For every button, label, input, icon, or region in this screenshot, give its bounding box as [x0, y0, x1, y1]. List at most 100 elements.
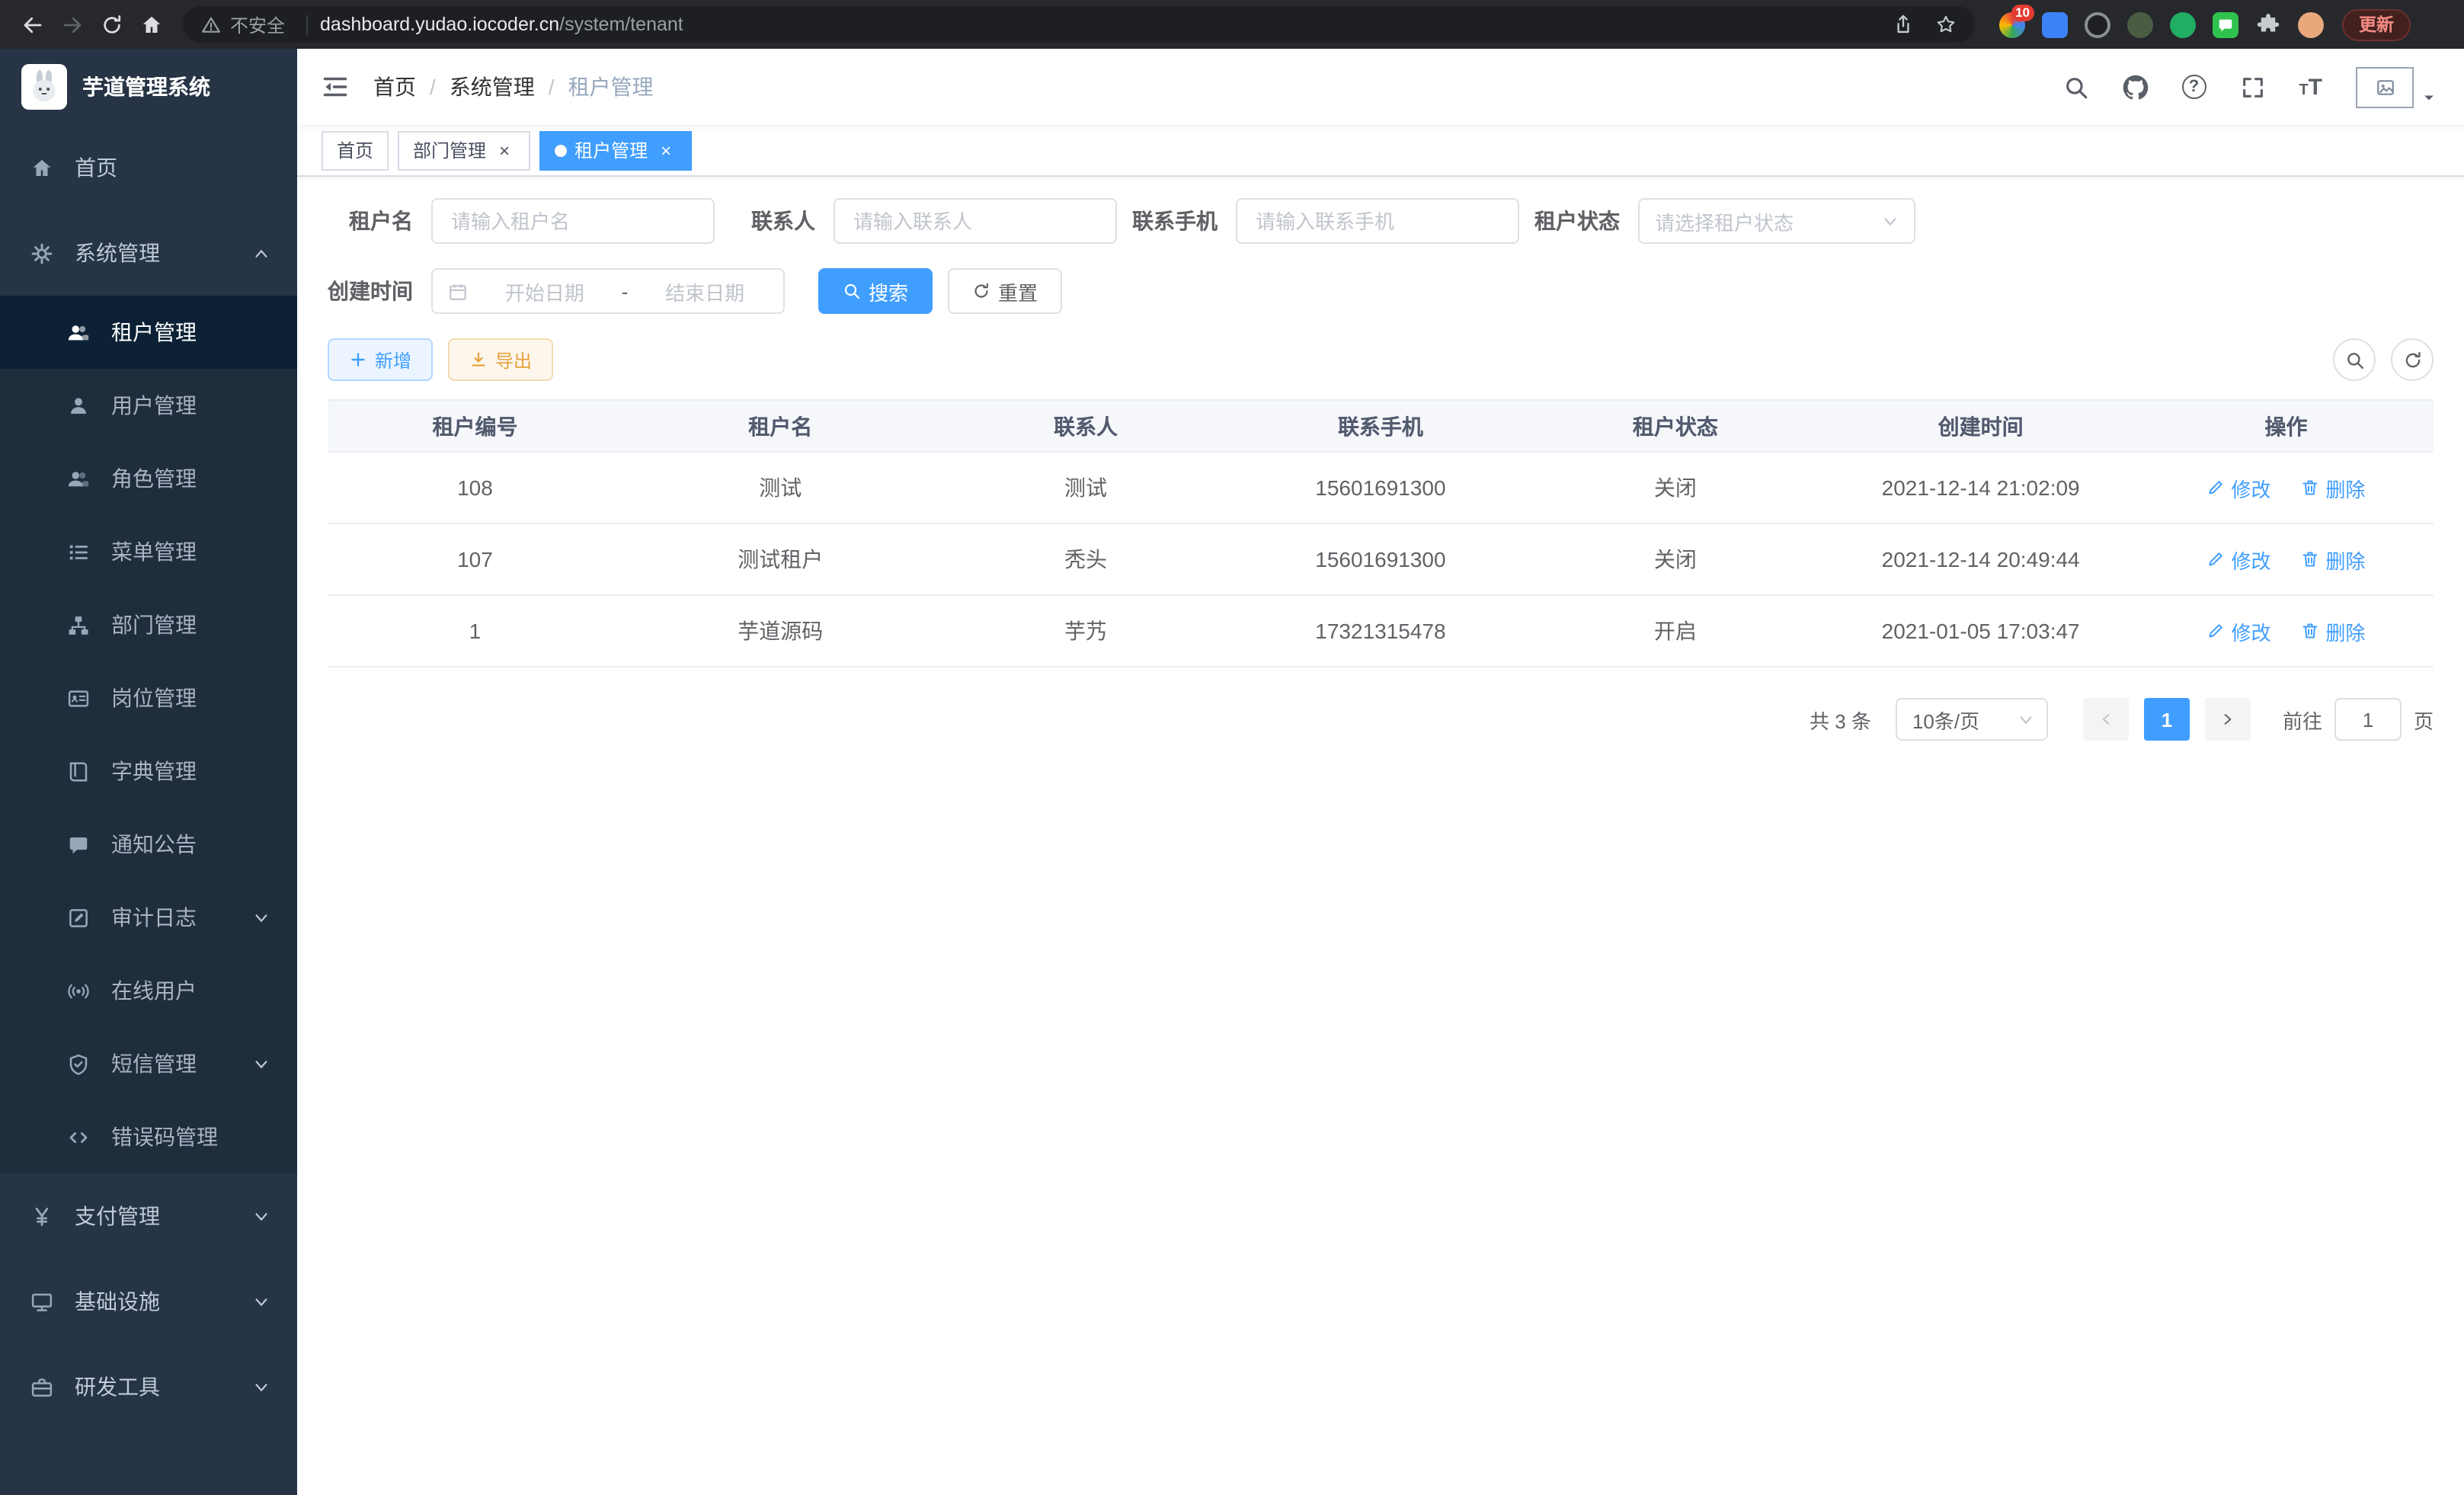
edit-link[interactable]: 修改	[2207, 545, 2271, 574]
sidebar-toggle-button[interactable]	[297, 49, 373, 125]
table-toolbar: 新增 导出	[328, 338, 2434, 381]
chevron-up-icon	[253, 245, 270, 261]
sidebar-item-online-users[interactable]: 在线用户	[0, 954, 297, 1027]
bookmark-star-icon[interactable]	[1935, 14, 1957, 35]
sidebar-item-home[interactable]: 首页	[0, 125, 297, 210]
yen-icon	[30, 1205, 53, 1228]
main-area: 首页 / 系统管理 / 租户管理	[297, 49, 2464, 1495]
next-page-button[interactable]	[2205, 698, 2251, 741]
phone-input[interactable]	[1236, 198, 1519, 244]
sidebar-item-error-code[interactable]: 错误码管理	[0, 1100, 297, 1173]
extensions-puzzle-icon[interactable]	[2255, 11, 2281, 37]
chevron-down-icon	[253, 909, 270, 926]
browser-menu-icon[interactable]	[2423, 13, 2446, 36]
extension-blue-icon[interactable]	[2042, 11, 2068, 37]
profile-avatar-icon[interactable]	[2298, 11, 2324, 37]
edit-link[interactable]: 修改	[2207, 473, 2271, 502]
prev-page-button[interactable]	[2083, 698, 2129, 741]
help-icon[interactable]	[2181, 75, 2206, 99]
reset-button[interactable]: 重置	[948, 268, 1062, 314]
security-label[interactable]: 不安全	[230, 11, 285, 37]
tenant-name-input[interactable]	[431, 198, 715, 244]
search-button[interactable]: 搜索	[818, 268, 933, 314]
tab-home[interactable]: 首页	[322, 130, 389, 170]
cell-tenant-name: 测试	[622, 452, 939, 523]
export-button[interactable]: 导出	[448, 338, 553, 381]
table-tools	[2333, 338, 2434, 381]
contact-input[interactable]	[834, 198, 1117, 244]
omnibox-divider	[306, 14, 308, 34]
cell-phone: 17321315478	[1233, 595, 1528, 667]
extension-olive-icon[interactable]	[2127, 11, 2153, 37]
sidebar-item-role[interactable]: 角色管理	[0, 442, 297, 515]
breadcrumb-separator: /	[430, 75, 436, 99]
browser-back-button[interactable]	[12, 5, 52, 44]
sidebar-item-payment[interactable]: 支付管理	[0, 1173, 297, 1259]
url-text[interactable]: dashboard.yudao.iocoder.cn/system/tenant	[320, 14, 683, 35]
address-bar[interactable]: 不安全 dashboard.yudao.iocoder.cn/system/te…	[183, 6, 1975, 43]
close-tab-icon[interactable]	[494, 139, 515, 161]
extension-green-circle-icon[interactable]	[2170, 11, 2196, 37]
sidebar-item-user[interactable]: 用户管理	[0, 369, 297, 442]
goto-page-input[interactable]	[2334, 698, 2402, 741]
browser-toolbar: 不安全 dashboard.yudao.iocoder.cn/system/te…	[0, 0, 2464, 49]
refresh-table-button[interactable]	[2391, 338, 2434, 381]
extension-green-chat-icon[interactable]	[2213, 11, 2238, 37]
sidebar-item-tenant[interactable]: 租户管理	[0, 296, 297, 369]
cell-phone: 15601691300	[1233, 523, 1528, 595]
sidebar-item-notice[interactable]: 通知公告	[0, 808, 297, 881]
font-size-icon[interactable]	[2299, 74, 2322, 100]
fullscreen-icon[interactable]	[2239, 74, 2265, 100]
delete-link[interactable]: 删除	[2301, 473, 2365, 502]
share-icon[interactable]	[1893, 14, 1914, 35]
page-number-1[interactable]: 1	[2144, 698, 2190, 741]
close-tab-icon[interactable]	[655, 139, 677, 161]
user-avatar-menu[interactable]	[2356, 66, 2437, 107]
filter-status: 租户状态 请选择租户状态	[1534, 198, 1915, 244]
breadcrumb-system[interactable]: 系统管理	[450, 72, 535, 102]
breadcrumb-home[interactable]: 首页	[373, 72, 416, 102]
delete-link[interactable]: 删除	[2301, 616, 2365, 645]
status-select[interactable]: 请选择租户状态	[1638, 198, 1915, 244]
add-button[interactable]: 新增	[328, 338, 433, 381]
sidebar-item-audit-log[interactable]: 审计日志	[0, 881, 297, 954]
extension-dark-ring-icon[interactable]	[2085, 11, 2110, 37]
tab-dept-management[interactable]: 部门管理	[398, 130, 530, 170]
filter-create-time: 创建时间 开始日期 - 结束日期	[328, 268, 785, 314]
toggle-search-button[interactable]	[2333, 338, 2376, 381]
sidebar-item-menu[interactable]: 菜单管理	[0, 515, 297, 588]
cell-actions: 修改 删除	[2139, 452, 2434, 523]
search-icon[interactable]	[2062, 74, 2088, 100]
date-range-picker[interactable]: 开始日期 - 结束日期	[431, 268, 785, 314]
edit-link[interactable]: 修改	[2207, 616, 2271, 645]
cell-actions: 修改 删除	[2139, 523, 2434, 595]
app-title: 芋道管理系统	[82, 72, 210, 102]
github-icon[interactable]	[2122, 74, 2148, 100]
header-actions	[2062, 66, 2464, 107]
plus-icon	[349, 351, 367, 369]
browser-update-button[interactable]: 更新	[2342, 8, 2411, 40]
sidebar-item-dept[interactable]: 部门管理	[0, 588, 297, 661]
extension-colorful-icon[interactable]: 10	[1999, 11, 2025, 37]
sidebar-item-dict[interactable]: 字典管理	[0, 735, 297, 808]
cell-tenant-name: 测试租户	[622, 523, 939, 595]
sidebar-item-post[interactable]: 岗位管理	[0, 661, 297, 735]
cell-created: 2021-12-14 21:02:09	[1822, 452, 2139, 523]
breadcrumb-separator: /	[549, 75, 555, 99]
edit-pencil-icon	[2207, 622, 2226, 640]
delete-link[interactable]: 删除	[2301, 545, 2365, 574]
breadcrumb: 首页 / 系统管理 / 租户管理	[373, 72, 654, 102]
sidebar-item-infra[interactable]: 基础设施	[0, 1259, 297, 1344]
browser-home-button[interactable]	[131, 5, 171, 44]
tab-tenant-management[interactable]: 租户管理	[539, 130, 692, 170]
browser-forward-button[interactable]	[52, 5, 91, 44]
monitor-icon	[30, 1290, 53, 1313]
cell-status: 开启	[1528, 595, 1822, 667]
sidebar-item-system[interactable]: 系统管理	[0, 210, 297, 296]
page-size-select[interactable]: 10条/页	[1896, 698, 2048, 741]
chevron-down-icon	[2018, 711, 2034, 728]
sidebar-item-devtools[interactable]: 研发工具	[0, 1344, 297, 1429]
column-header: 租户状态	[1528, 400, 1822, 452]
browser-reload-button[interactable]	[91, 5, 131, 44]
sidebar-item-sms[interactable]: 短信管理	[0, 1027, 297, 1100]
